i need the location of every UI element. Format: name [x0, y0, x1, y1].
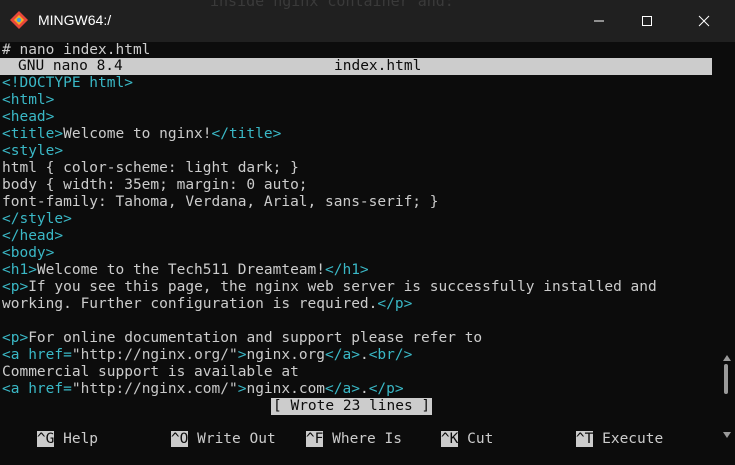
shortcut-write-out: ^O Write Out [136, 414, 276, 465]
text-token: Welcome to the Tech511 Dreamteam! [36, 262, 326, 278]
html-tag-token: <title> [2, 126, 64, 142]
shortcut-label: Cut [458, 431, 494, 447]
html-tag-token: <a [2, 347, 29, 363]
text-token: working. Further configuration is requir… [2, 296, 378, 312]
editor-line: <h1>Welcome to the Tech511 Dreamteam!</h… [2, 262, 369, 279]
html-tag-token: <head> [2, 109, 55, 125]
editor-line: <html> [2, 92, 54, 109]
html-tag-token: </title> [211, 126, 282, 142]
editor-line: font-family: Tahoma, Verdana, Arial, san… [2, 194, 439, 211]
shortcut-label: Help [54, 431, 99, 447]
shortcut-label: Where Is [323, 431, 402, 447]
window-titlebar[interactable]: inside nginx container and: MINGW64:/ [0, 0, 735, 42]
text-token: Welcome to nginx! [63, 126, 212, 142]
shortcut-label: Write Out [188, 431, 276, 447]
git-bash-icon [10, 11, 28, 29]
editor-line: <a href="http://nginx.com/">nginx.com</a… [2, 381, 404, 398]
shortcut-label: Execute [593, 431, 664, 447]
html-tag-token: <br/> [368, 347, 413, 363]
shortcut-key: ^K [440, 431, 459, 447]
string-token: "http://nginx.org/" [71, 347, 238, 363]
shortcut-key: ^T [575, 431, 594, 447]
maximize-button[interactable] [624, 0, 670, 42]
editor-line: html { color-scheme: light dark; } [2, 160, 299, 177]
editor-line: </style> [2, 211, 72, 228]
nano-version: GNU nano 8.4 [18, 58, 123, 74]
editor-line: <!DOCTYPE html> [2, 75, 133, 92]
text-token: . [359, 381, 369, 397]
nano-header-bar: GNU nano 8.4 index.html [0, 58, 712, 75]
text-token: Commercial support is available at [2, 364, 299, 380]
editor-line: body { width: 35em; margin: 0 auto; [2, 177, 308, 194]
status-message: [ Wrote 23 lines ] [271, 398, 433, 415]
text-token: For online documentation and support ple… [28, 330, 483, 346]
text-token: . [359, 347, 369, 363]
html-tag-token: <p> [2, 330, 29, 346]
html-tag-token: <style> [2, 143, 64, 159]
shortcut-cut: ^K Cut [406, 414, 493, 465]
html-tag-token: <a [2, 381, 29, 397]
shortcut-key: ^O [170, 431, 189, 447]
html-tag-token: </a> [325, 381, 360, 397]
background-window-text: inside nginx container and: [210, 0, 454, 10]
window-title: MINGW64:/ [38, 12, 112, 28]
editor-line: </head> [2, 228, 63, 245]
editor-line: <p>For online documentation and support … [2, 330, 482, 347]
editor-line: <style> [2, 143, 63, 160]
terminal-area[interactable]: # nano index.html GNU nano 8.4 index.htm… [0, 42, 720, 447]
editor-line: working. Further configuration is requir… [2, 296, 412, 313]
text-token: nginx.org [246, 347, 326, 363]
close-icon [698, 15, 710, 27]
nano-filename: index.html [334, 58, 422, 74]
html-tag-token: </style> [2, 211, 72, 227]
editor-line: <title>Welcome to nginx!</title> [2, 126, 281, 143]
minimize-icon [594, 20, 604, 22]
html-tag-token: </a> [325, 347, 360, 363]
shortcut-key: ^G [36, 431, 55, 447]
html-tag-token: <body> [2, 245, 55, 261]
shell-prompt-line: # nano index.html [2, 42, 151, 58]
html-tag-token: </p> [377, 296, 413, 312]
text-token: If you see this page, the nginx web serv… [28, 279, 657, 295]
scrollbar-thumb[interactable] [724, 364, 728, 394]
editor-line: <a href="http://nginx.org/">nginx.org</a… [2, 347, 412, 364]
string-token: "http://nginx.com/" [71, 381, 238, 397]
text-token: nginx.com [246, 381, 326, 397]
html-tag-token: <h1> [2, 262, 37, 278]
text-token: font-family: Tahoma, Verdana, Arial, san… [2, 194, 439, 210]
shortcut-execute: ^T Execute [541, 414, 663, 465]
text-token: html { color-scheme: light dark; } [2, 160, 299, 176]
html-tag-token: href= [28, 381, 72, 397]
close-button[interactable] [681, 0, 727, 42]
text-token: body { width: 35em; margin: 0 auto; [2, 177, 308, 193]
html-tag-token: </h1> [325, 262, 369, 278]
html-tag-token: <p> [2, 279, 29, 295]
html-tag-token: <html> [2, 92, 55, 108]
html-tag-token: </p> [368, 381, 404, 397]
scroll-up-arrow-icon[interactable] [723, 355, 731, 361]
scroll-down-arrow-icon[interactable] [723, 432, 731, 438]
editor-line: Commercial support is available at [2, 364, 299, 381]
html-tag-token: href= [28, 347, 72, 363]
html-tag-token: <!DOCTYPE html> [2, 75, 133, 91]
shortcut-key: ^F [305, 431, 324, 447]
editor-line: <head> [2, 109, 54, 126]
maximize-icon [642, 16, 652, 26]
shortcut-help: ^G Help [2, 414, 98, 465]
shortcut-where-is: ^F Where Is [271, 414, 402, 465]
editor-line: <body> [2, 245, 54, 262]
html-tag-token: </head> [2, 228, 64, 244]
editor-line: <p>If you see this page, the nginx web s… [2, 279, 657, 296]
minimize-button[interactable] [576, 0, 622, 42]
